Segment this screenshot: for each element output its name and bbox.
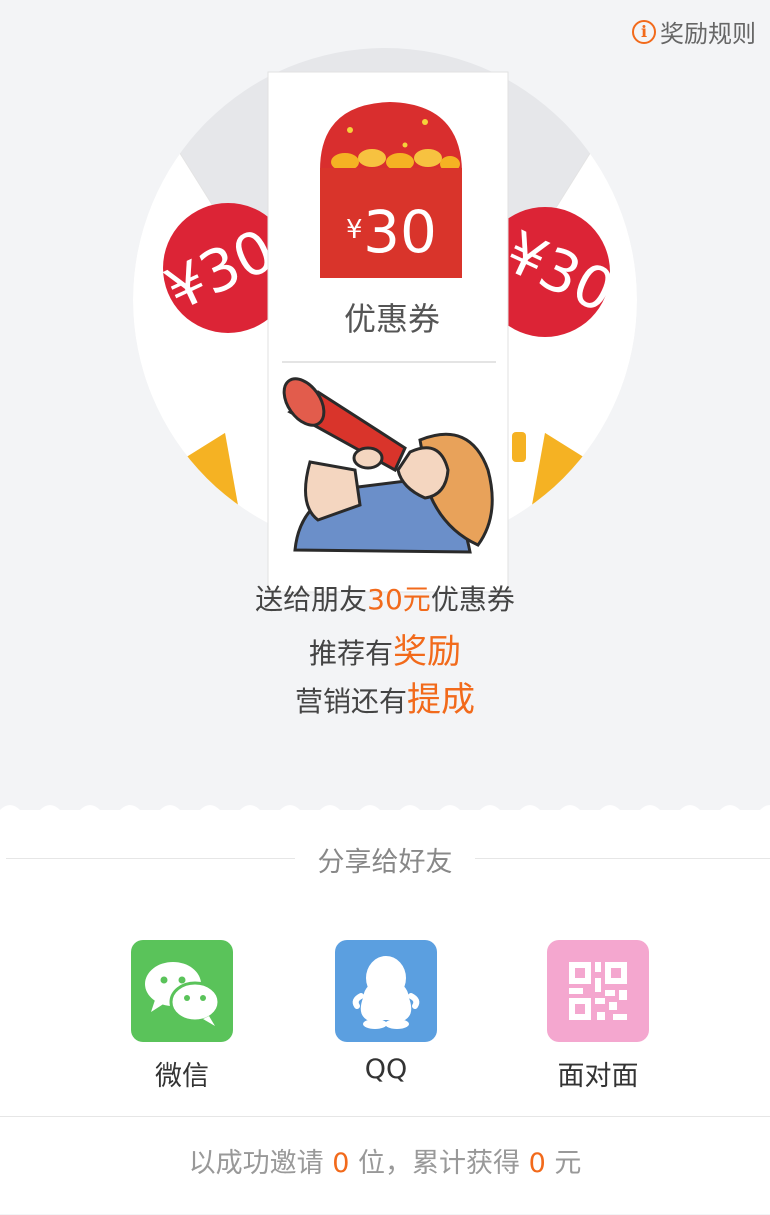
coupon-illustration: ¥30 ¥30 ¥ 30 优惠券 送给朋友30元优惠券 推荐有奖励 营销还有提成 xyxy=(0,0,770,810)
coupon-label: 优惠券 xyxy=(344,300,440,338)
wechat-icon xyxy=(131,940,233,1042)
face-to-face-label: 面对面 xyxy=(557,1061,639,1092)
invite-stats: 以成功邀请 0 位，累计获得 0 元 xyxy=(0,1116,770,1215)
share-panel: 分享给好友 微信 QQ 面对面 以成功邀请 0 位，累计获得 0 元 xyxy=(0,810,770,1214)
qq-penguin-icon xyxy=(335,940,437,1042)
share-title: 分享给好友 xyxy=(295,840,475,879)
wechat-label: 微信 xyxy=(155,1061,209,1092)
slogan-line-2: 推荐有奖励 xyxy=(308,632,461,672)
share-face-to-face-button[interactable]: 面对面 xyxy=(538,940,658,1093)
coupon-amount: 30 xyxy=(363,198,437,266)
invited-count: 0 xyxy=(332,1148,350,1179)
slogan-line-1: 送给朋友30元优惠券 xyxy=(255,583,515,616)
qq-label: QQ xyxy=(364,1054,408,1085)
share-qq-button[interactable]: QQ xyxy=(326,940,446,1085)
coupon-currency-symbol: ¥ xyxy=(346,215,363,245)
qrcode-icon xyxy=(547,940,649,1042)
earned-amount: 0 xyxy=(528,1148,546,1179)
slogan-line-3: 营销还有提成 xyxy=(294,680,475,720)
share-wechat-button[interactable]: 微信 xyxy=(122,940,242,1093)
